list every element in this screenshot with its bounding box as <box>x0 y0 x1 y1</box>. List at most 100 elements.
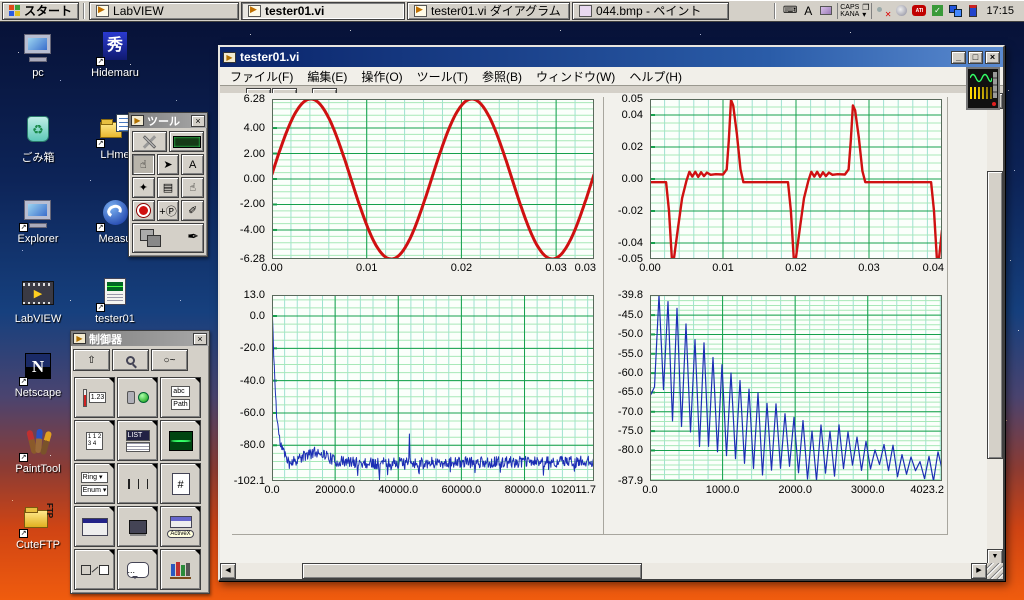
notes-icon[interactable]: ✓ <box>930 4 944 17</box>
ati-icon[interactable]: ATI <box>912 4 927 17</box>
activex-controls[interactable]: ActiveX <box>160 506 201 547</box>
classic-controls[interactable] <box>117 506 158 547</box>
dialog-controls[interactable] <box>74 506 115 547</box>
tools-palette-titlebar[interactable]: ▶ ツール × <box>129 113 207 128</box>
set-color-tool[interactable]: ✒ <box>132 223 204 253</box>
ring-enum-controls[interactable]: Ring ▾ Enum ▾ <box>74 463 115 504</box>
menu-item-6[interactable]: ウィンドウ(W) <box>530 67 621 86</box>
desktop-icon-Netscape[interactable]: N ↗ Netscape <box>0 352 76 399</box>
select-control[interactable] <box>160 549 201 590</box>
edit-text-tool[interactable]: A <box>181 154 205 175</box>
labview-filmstrip-icon: ▶ <box>22 281 54 305</box>
desktop-icon-PaintTool[interactable]: ↗ PaintTool <box>0 428 76 475</box>
list-table-controls[interactable]: LIST <box>117 420 158 461</box>
taskbar-task-1[interactable]: ▶ LabVIEW <box>89 1 240 20</box>
auto-tool-select[interactable] <box>132 131 167 152</box>
kana-label: KANA <box>840 10 860 18</box>
close-icon[interactable]: × <box>193 332 207 345</box>
numeric-controls[interactable]: 1.23 <box>74 377 115 418</box>
operate-value-tool[interactable]: ☝ <box>132 154 155 175</box>
subpalette-arrow-icon <box>109 464 114 469</box>
scroll-tool[interactable]: ☝ <box>181 177 205 198</box>
user-controls[interactable]: ... <box>117 549 158 590</box>
boolean-controls[interactable] <box>117 377 158 418</box>
menu-item-4[interactable]: ツール(T) <box>411 67 474 86</box>
array-cluster-controls[interactable]: 1 1 23 4 <box>74 420 115 461</box>
decorations[interactable] <box>74 549 115 590</box>
menu-item-2[interactable]: 編集(E) <box>301 67 353 86</box>
netscape-icon: N <box>25 353 51 379</box>
front-panel: 6.28 4.00 2.00 0.00 -2.00 -4.00 -6.28 0.00 0.01 0… <box>220 93 987 565</box>
desktop-icon-CuteFTP[interactable]: FTP ↗ CuteFTP <box>0 503 76 551</box>
x-tick-label: 2000.0 <box>778 484 812 496</box>
battery-icon[interactable] <box>966 4 980 17</box>
menu-item-1[interactable]: ファイル(F) <box>224 67 299 86</box>
ime-status[interactable]: CAPS KANA ❐ ▾ <box>837 2 873 19</box>
search-button[interactable] <box>112 349 149 371</box>
clock[interactable]: 17:15 <box>984 5 1020 17</box>
y-tick-label: 2.00 <box>243 147 265 160</box>
menu-item-3[interactable]: 操作(O) <box>355 67 408 86</box>
y-tick-label: 0.0 <box>249 310 265 323</box>
breakpoint-tool[interactable] <box>132 200 155 221</box>
controls-palette-titlebar[interactable]: ▶ 制御器 × <box>71 331 209 346</box>
desktop-icon-label: Explorer <box>17 233 59 245</box>
graph-current-spectrum[interactable]: -39.8 -45.0 -50.0 -55.0 -60.0 -65.0 -70.0 -75.0… <box>610 289 950 561</box>
desktop-icon-Hidemaru[interactable]: 秀 ↗ Hidemaru <box>77 32 153 79</box>
connect-wire-tool[interactable]: ✦ <box>132 177 155 198</box>
palette-icon[interactable] <box>819 4 833 17</box>
graph-voltage-spectrum[interactable]: 13.0 0.0 -20.0 -40.0 -60.0 -80.0 -102.1 0.0 2000… <box>228 289 600 561</box>
menu-item-7[interactable]: ヘルプ(H) <box>623 67 688 86</box>
desktop-icon-LabVIEW[interactable]: ▶ LabVIEW <box>0 278 76 325</box>
desktop-icon-label: Hidemaru <box>91 67 139 79</box>
horizontal-scroll-thumb[interactable] <box>302 563 642 579</box>
led-display[interactable] <box>169 131 204 152</box>
taskbar-task-4[interactable]: 044.bmp - ペイント <box>572 1 730 20</box>
y-tick-label: -45.0 <box>617 309 643 322</box>
taskbar-task-3[interactable]: ▶ tester01.vi ダイアグラム <box>407 1 571 20</box>
desktop-icon-Explorer[interactable]: ↗ Explorer <box>0 198 76 245</box>
x-tick-label: 0.0 <box>642 484 658 496</box>
vi-file-icon <box>104 278 126 305</box>
subpalette-arrow-icon <box>195 421 200 426</box>
position-select-tool[interactable]: ➤ <box>156 154 180 175</box>
task-label: tester01.vi ダイアグラム <box>431 4 561 18</box>
desktop-icon-pc[interactable]: pc <box>0 32 76 79</box>
ime-a-icon[interactable]: A <box>801 4 815 18</box>
options-button[interactable]: ○~ <box>151 349 188 371</box>
task-label: tester01.vi <box>265 3 325 18</box>
x-tick-label: 40000.0 <box>378 484 419 496</box>
keyboard-icon[interactable]: ⌨ <box>783 4 797 17</box>
network-icon[interactable] <box>948 4 962 17</box>
graph-controls[interactable] <box>160 420 201 461</box>
maximize-button[interactable]: □ <box>968 50 983 64</box>
shortcut-arrow-icon: ↗ <box>96 139 105 148</box>
horizontal-scrollbar[interactable]: ◀ ▶ <box>220 563 987 579</box>
resize-grip[interactable] <box>987 563 1003 579</box>
volume-icon[interactable] <box>894 4 908 17</box>
scroll-right-icon[interactable]: ▶ <box>971 563 987 579</box>
desktop: pc 秀 ↗ Hidemaru ♻ ごみ箱 ↗ LHme ↗ Explorer ↗ Measu ▶ Lab… <box>0 0 1024 600</box>
string-path-controls[interactable]: abc Path <box>160 377 201 418</box>
desktop-icon-tester01[interactable]: ↗ tester01 <box>77 278 153 325</box>
vertical-scrollbar[interactable]: ▲ ▼ <box>987 93 1003 565</box>
subpalette-arrow-icon <box>109 378 114 383</box>
io-controls[interactable] <box>117 463 158 504</box>
probe-tool[interactable]: +Ⓟ <box>156 200 180 221</box>
object-menu-tool[interactable]: ▤ <box>156 177 180 198</box>
get-color-tool[interactable]: ✐ <box>181 200 205 221</box>
close-button[interactable]: × <box>985 50 1000 64</box>
vertical-scroll-thumb[interactable] <box>987 171 1003 459</box>
desktop-icon-ごみ箱[interactable]: ♻ ごみ箱 <box>0 114 76 165</box>
window-titlebar[interactable]: ▶ tester01.vi _ □ × <box>220 47 1003 67</box>
minimize-button[interactable]: _ <box>951 50 966 64</box>
start-button[interactable]: スタート <box>2 1 80 20</box>
x-tick-label: 1000.0 <box>705 484 740 496</box>
close-icon[interactable]: × <box>191 114 205 127</box>
users-offline-icon[interactable] <box>876 4 891 19</box>
up-level-button[interactable]: ⇧ <box>73 349 110 371</box>
refnum-controls[interactable]: # <box>160 463 201 504</box>
menu-item-5[interactable]: 参照(B) <box>476 67 528 86</box>
taskbar-task-2[interactable]: ▶ tester01.vi <box>241 1 406 20</box>
scroll-left-icon[interactable]: ◀ <box>220 563 236 579</box>
